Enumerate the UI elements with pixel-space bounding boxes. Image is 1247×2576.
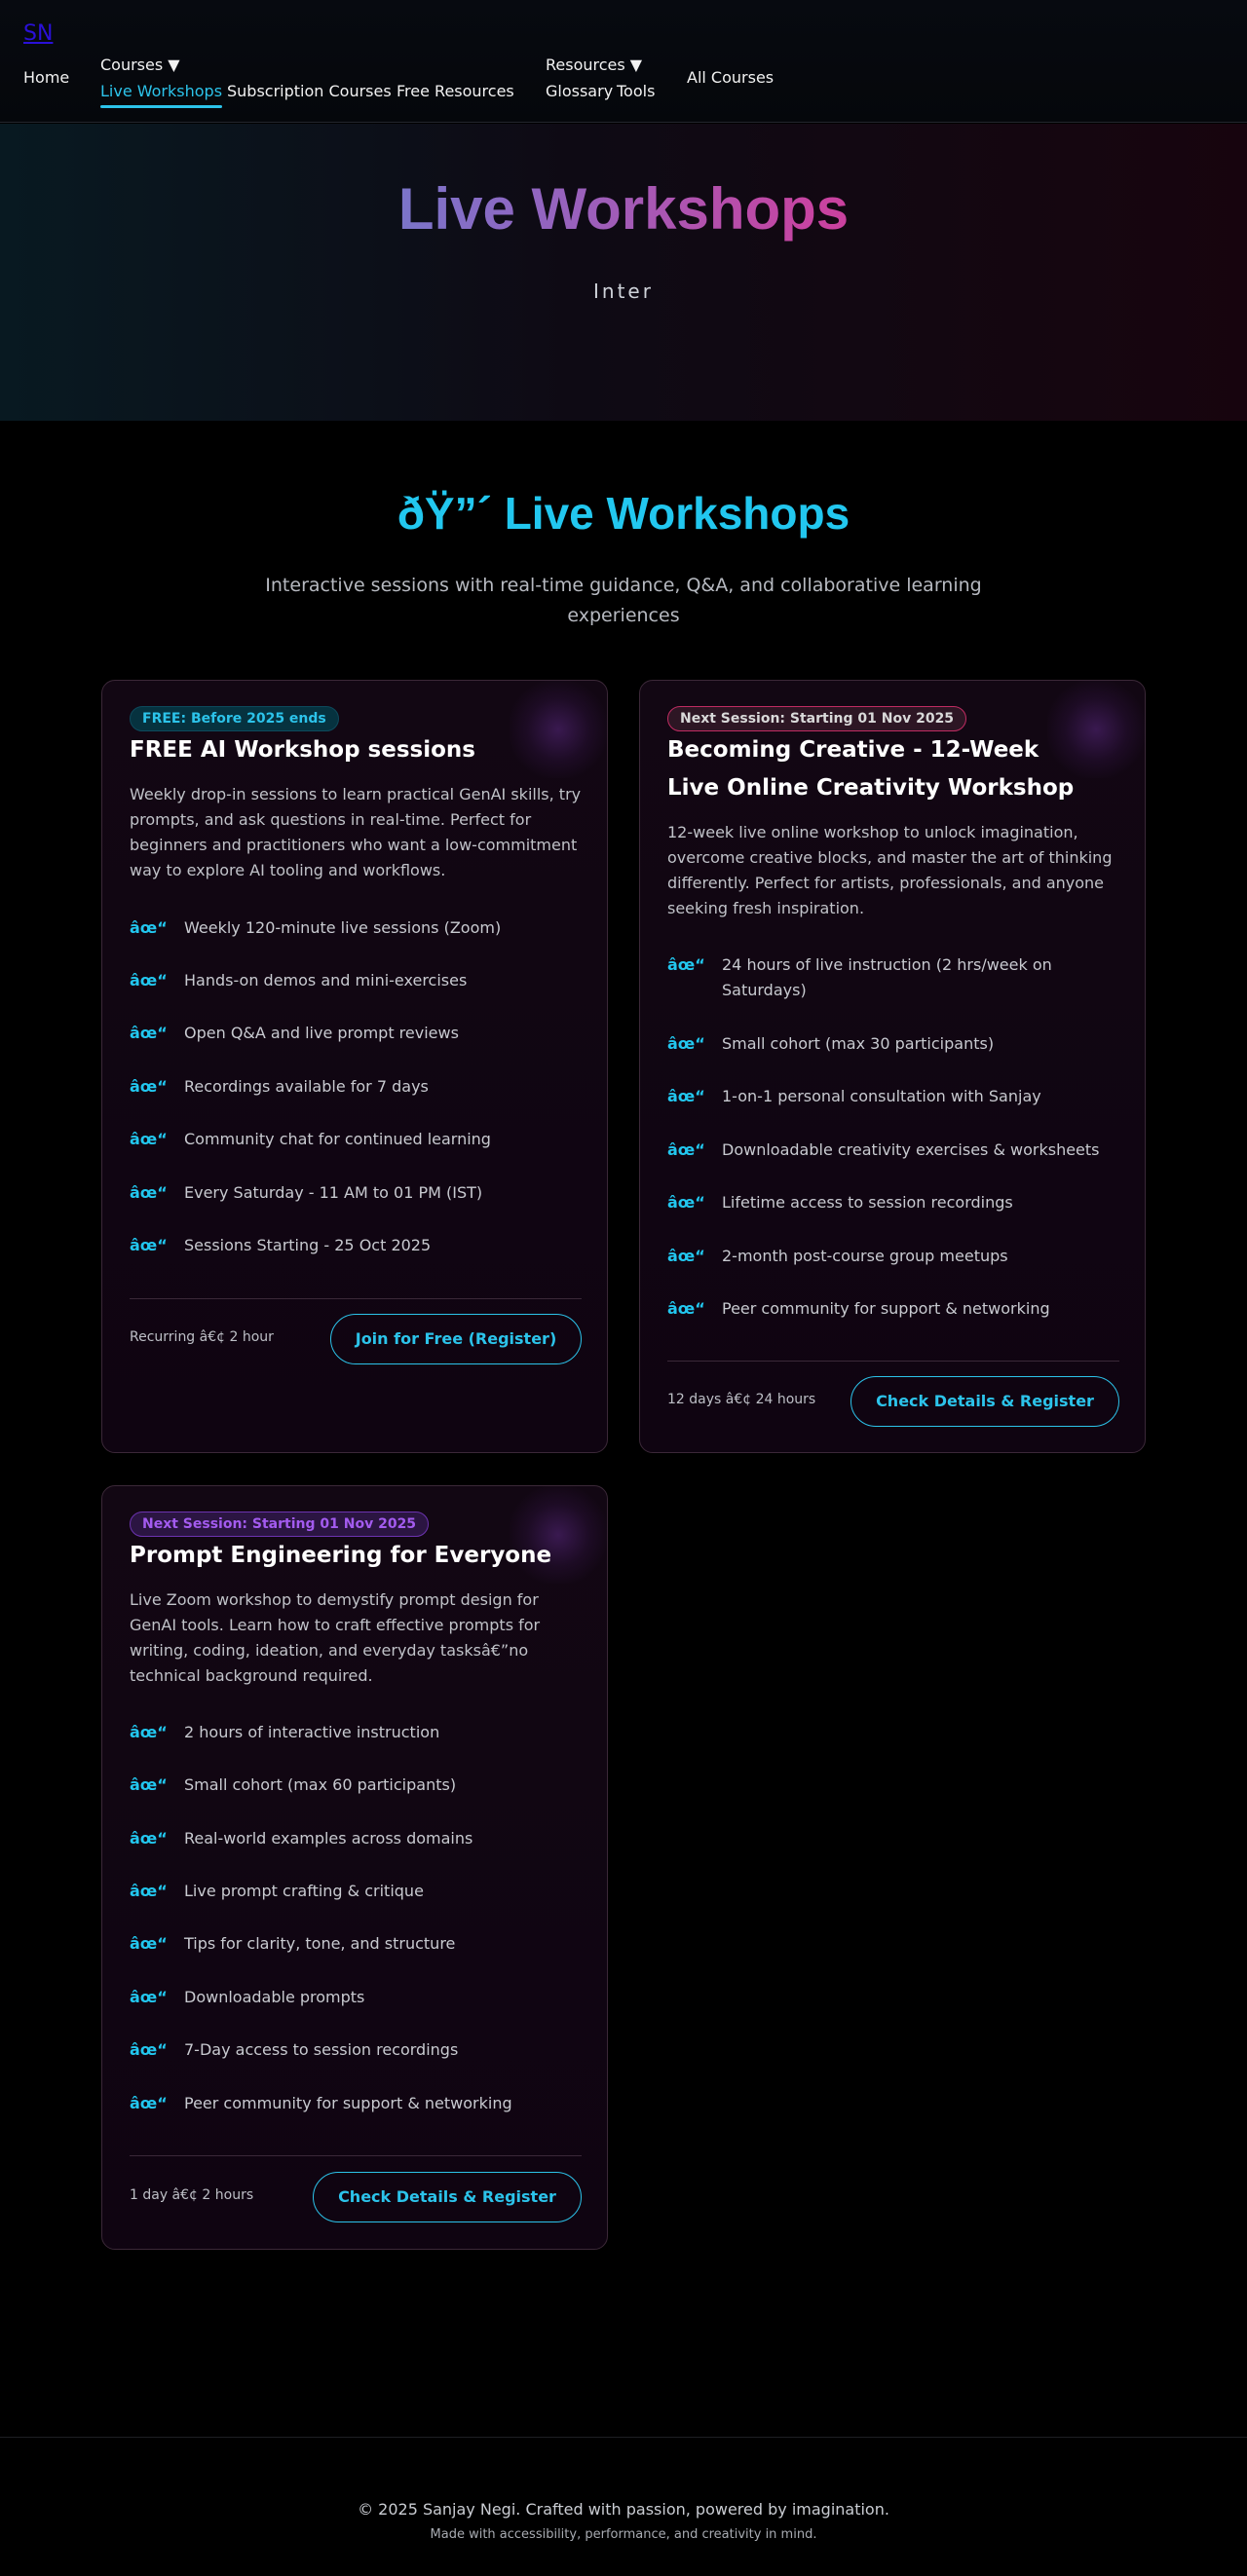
- card-description: Weekly drop-in sessions to learn practic…: [130, 785, 582, 879]
- nav-home-link[interactable]: Home: [23, 68, 69, 87]
- footer-tagline: Made with accessibility, performance, an…: [430, 2527, 817, 2542]
- nav-glossary-link[interactable]: Glossary: [546, 82, 613, 100]
- check-icon: âœ“: [130, 1775, 168, 1794]
- register-button[interactable]: Check Details & Register: [850, 1376, 1119, 1427]
- check-icon: âœ“: [667, 1087, 705, 1105]
- check-icon: âœ“: [130, 971, 168, 989]
- hero-title: Live Workshops: [0, 172, 1247, 246]
- check-icon: âœ“: [667, 1193, 705, 1212]
- card-duration-meta: Recurring â€¢ 2 hour: [130, 1329, 274, 1345]
- check-icon: âœ“: [130, 1236, 168, 1254]
- workshop-card-becoming-creative: Next Session: Starting 01 Nov 2025 Becom…: [639, 680, 1146, 1453]
- check-icon: âœ“: [130, 918, 168, 937]
- check-icon: âœ“: [130, 2040, 168, 2059]
- check-icon: âœ“: [130, 1183, 168, 1202]
- status-badge: Next Session: Starting 01 Nov 2025: [667, 706, 967, 731]
- status-badge: FREE: Before 2025 ends: [130, 706, 339, 731]
- status-badge: Next Session: Starting 01 Nov 2025: [130, 1512, 430, 1537]
- check-icon: âœ“: [130, 1130, 168, 1148]
- hero-banner: Live Workshops Inter: [0, 124, 1247, 421]
- card-duration-meta: 12 days â€¢ 24 hours: [667, 1392, 816, 1407]
- card-description: 12-week live online workshop to unlock i…: [667, 823, 1113, 917]
- active-nav-indicator: [100, 105, 222, 108]
- card-divider: [130, 2155, 582, 2156]
- card-title: Prompt Engineering for Everyone: [130, 1543, 552, 1568]
- check-icon: âœ“: [667, 1247, 705, 1265]
- hero-subtitle: Inter: [593, 280, 654, 303]
- section-title: ðŸ”´ Live Workshops: [397, 488, 850, 539]
- nav-all-courses-link[interactable]: All Courses: [687, 68, 774, 87]
- check-icon: âœ“: [667, 1140, 705, 1159]
- check-icon: âœ“: [667, 1034, 705, 1053]
- check-icon: âœ“: [130, 1988, 168, 2006]
- check-icon: âœ“: [667, 1299, 705, 1318]
- card-duration-meta: 1 day â€¢ 2 hours: [130, 2187, 254, 2203]
- card-description: Live Zoom workshop to demystify prompt d…: [130, 1590, 541, 1685]
- nav-live-workshops-link[interactable]: Live Workshops: [100, 82, 222, 100]
- check-icon: âœ“: [130, 1723, 168, 1741]
- nav-courses-menu[interactable]: Courses ▼: [100, 56, 180, 74]
- check-icon: âœ“: [130, 2094, 168, 2112]
- register-button[interactable]: Check Details & Register: [313, 2172, 582, 2222]
- site-footer: © 2025 Sanjay Negi. Crafted with passion…: [0, 2437, 1247, 2576]
- check-icon: âœ“: [130, 1882, 168, 1900]
- check-icon: âœ“: [130, 1024, 168, 1042]
- card-title: FREE AI Workshop sessions: [130, 737, 475, 763]
- nav-tools-link[interactable]: Tools: [617, 82, 655, 100]
- check-icon: âœ“: [130, 1829, 168, 1848]
- workshop-card-free-ai: FREE: Before 2025 ends FREE AI Workshop …: [101, 680, 608, 1453]
- card-divider: [130, 1298, 582, 1299]
- nav-subscription-courses-link[interactable]: Subscription Courses: [227, 82, 392, 100]
- section-subtitle: Interactive sessions with real-time guid…: [265, 575, 982, 626]
- register-button[interactable]: Join for Free (Register): [330, 1314, 582, 1364]
- card-divider: [667, 1361, 1119, 1362]
- footer-copyright: © 2025 Sanjay Negi. Crafted with passion…: [358, 2500, 889, 2519]
- nav-free-resources-link[interactable]: Free Resources: [397, 82, 514, 100]
- workshop-card-prompt-engineering: Next Session: Starting 01 Nov 2025 Promp…: [101, 1485, 608, 2250]
- check-icon: âœ“: [130, 1077, 168, 1096]
- logo-link[interactable]: SN: [23, 21, 53, 46]
- card-title: Becoming Creative - 12-Week Live Online …: [667, 737, 1075, 801]
- check-icon: âœ“: [130, 1934, 168, 1953]
- top-navigation: SN Home Courses ▼ Live Workshops Subscri…: [0, 0, 1247, 123]
- nav-resources-menu[interactable]: Resources ▼: [546, 56, 642, 74]
- check-icon: âœ“: [667, 955, 705, 974]
